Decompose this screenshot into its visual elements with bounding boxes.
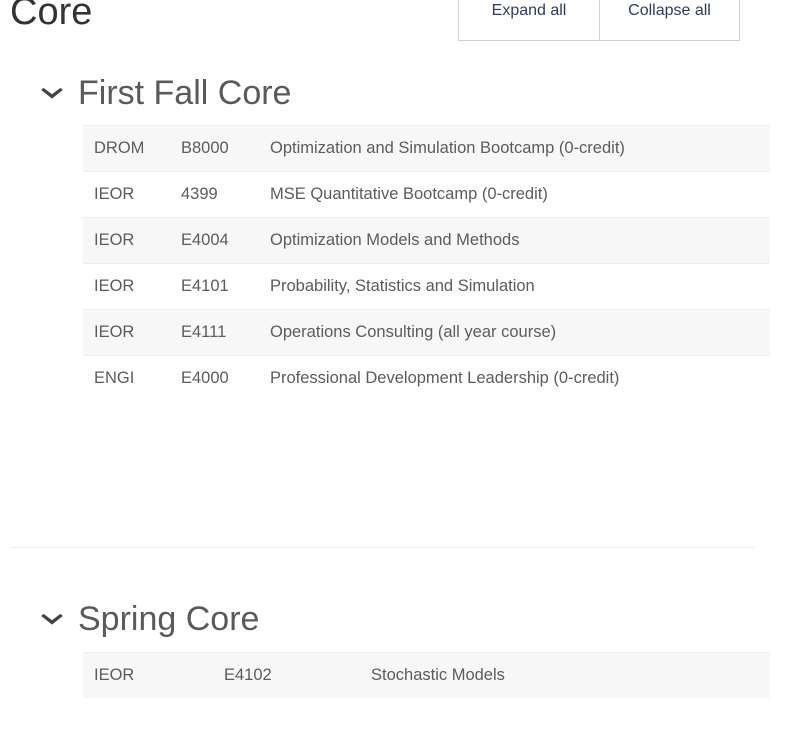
- course-department: IEOR: [83, 652, 222, 699]
- course-department: IEOR: [83, 171, 179, 218]
- course-title: Optimization Models and Methods: [268, 217, 770, 264]
- course-table-spring-core: IEOR E4102 Stochastic Models: [83, 652, 770, 699]
- course-department: IEOR: [83, 217, 179, 264]
- section-header-spring-core[interactable]: Spring Core: [38, 600, 810, 639]
- table-row[interactable]: IEOR E4004 Optimization Models and Metho…: [83, 217, 770, 264]
- table-row[interactable]: IEOR E4101 Probability, Statistics and S…: [83, 263, 770, 310]
- course-code: E4000: [179, 355, 268, 402]
- core-requirements-page: Core Expand all Collapse all First Fall …: [0, 0, 810, 735]
- course-department: IEOR: [83, 309, 179, 356]
- course-code: 4399: [179, 171, 268, 218]
- section-first-fall-core: First Fall Core DROM B8000 Optimization …: [0, 74, 810, 402]
- course-title: Stochastic Models: [369, 652, 770, 699]
- table-row[interactable]: IEOR E4111 Operations Consulting (all ye…: [83, 309, 770, 356]
- expand-all-button[interactable]: Expand all: [459, 0, 599, 40]
- course-title: MSE Quantitative Bootcamp (0-credit): [268, 171, 770, 218]
- course-title: Operations Consulting (all year course): [268, 309, 770, 356]
- chevron-down-icon[interactable]: [35, 609, 70, 631]
- course-department: IEOR: [83, 263, 179, 310]
- section-header-first-fall-core[interactable]: First Fall Core: [38, 74, 810, 113]
- chevron-down-icon[interactable]: [35, 83, 70, 105]
- expand-collapse-button-group: Expand all Collapse all: [458, 0, 740, 41]
- table-row[interactable]: IEOR 4399 MSE Quantitative Bootcamp (0-c…: [83, 171, 770, 218]
- course-title: Professional Development Leadership (0-c…: [268, 355, 770, 402]
- collapse-all-button[interactable]: Collapse all: [599, 0, 739, 40]
- course-code: E4101: [179, 263, 268, 310]
- page-header: Core Expand all Collapse all: [0, 0, 810, 46]
- table-row[interactable]: ENGI E4000 Professional Development Lead…: [83, 355, 770, 402]
- course-code: B8000: [179, 125, 268, 172]
- course-code: E4004: [179, 217, 268, 264]
- course-title: Probability, Statistics and Simulation: [268, 263, 770, 310]
- course-table-body: DROM B8000 Optimization and Simulation B…: [83, 125, 770, 402]
- course-table-body: IEOR E4102 Stochastic Models: [83, 652, 770, 699]
- section-divider: [10, 547, 755, 548]
- section-title: Spring Core: [78, 600, 260, 638]
- course-department: ENGI: [83, 355, 179, 402]
- course-code: E4102: [222, 652, 369, 699]
- course-department: DROM: [83, 125, 179, 172]
- table-row[interactable]: IEOR E4102 Stochastic Models: [83, 652, 770, 699]
- section-title: First Fall Core: [78, 74, 292, 112]
- section-spring-core: Spring Core IEOR E4102 Stochastic Models: [0, 600, 810, 699]
- page-title: Core: [10, 0, 93, 33]
- course-code: E4111: [179, 309, 268, 356]
- course-table-first-fall-core: DROM B8000 Optimization and Simulation B…: [83, 125, 770, 402]
- table-row[interactable]: DROM B8000 Optimization and Simulation B…: [83, 125, 770, 172]
- course-title: Optimization and Simulation Bootcamp (0-…: [268, 125, 770, 172]
